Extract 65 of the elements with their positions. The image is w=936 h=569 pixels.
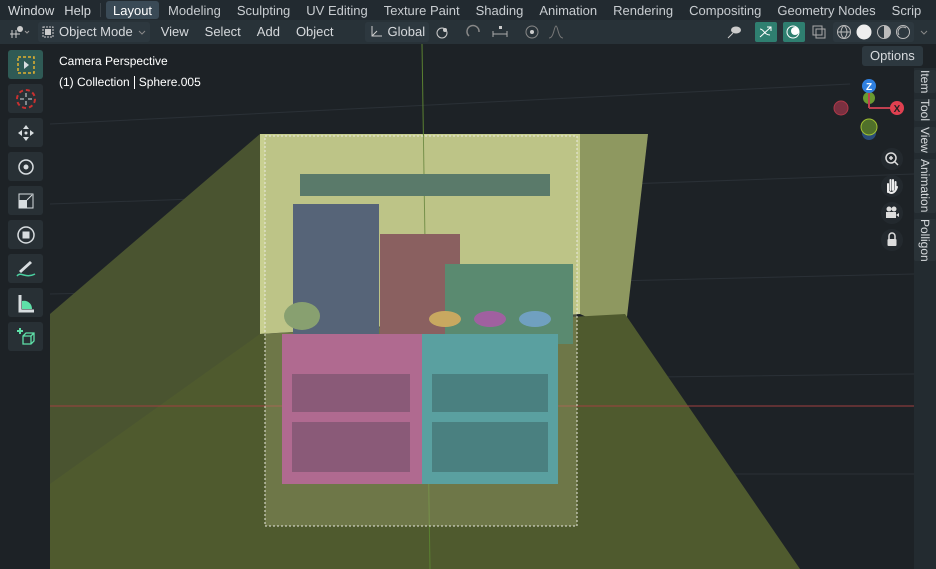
zoom-icon[interactable] xyxy=(880,148,904,170)
tool-button[interactable] xyxy=(8,288,43,317)
lock-icon[interactable] xyxy=(880,229,904,251)
sidebar-tab[interactable]: Polligon xyxy=(914,218,936,262)
scale-icon xyxy=(16,190,36,210)
workspace-tab[interactable]: Scrip xyxy=(884,1,928,19)
menu-item[interactable]: Help xyxy=(60,1,95,19)
transform-icon xyxy=(16,224,36,244)
mode-label: Object Mode xyxy=(59,23,133,42)
overlay-toggle-icon[interactable] xyxy=(783,22,805,42)
falloff-curve-icon[interactable] xyxy=(547,24,566,40)
header-menu[interactable]: Add xyxy=(252,22,285,42)
solid-shading-icon[interactable] xyxy=(855,23,873,41)
camera-icon[interactable] xyxy=(880,202,904,224)
pencil-icon xyxy=(14,258,36,278)
workspace-tab[interactable]: Shading xyxy=(468,1,530,19)
tool-button[interactable] xyxy=(8,322,43,351)
orientation-label: Global xyxy=(388,23,426,42)
options-dropdown[interactable]: Options xyxy=(862,46,923,66)
workspace-tab[interactable]: Geometry Nodes xyxy=(770,1,883,19)
object-name-label: Sphere.005 xyxy=(138,74,201,91)
material-shading-icon[interactable] xyxy=(876,24,892,40)
workspace-tab[interactable]: Animation xyxy=(532,1,604,19)
proportional-edit-icon[interactable] xyxy=(523,24,542,40)
workspace-tab[interactable]: Compositing xyxy=(682,1,768,19)
rotate-icon xyxy=(16,156,36,176)
header-menu[interactable]: Object xyxy=(290,22,339,42)
sidebar-tab[interactable]: Animation xyxy=(914,159,936,213)
add-cube-icon xyxy=(14,326,36,348)
header-menu[interactable]: View xyxy=(156,22,194,42)
workspace-tab[interactable]: Modeling xyxy=(161,1,228,19)
tool-button[interactable] xyxy=(8,152,43,181)
view-name-label: Camera Perspective xyxy=(59,53,169,70)
select-box-icon xyxy=(16,54,36,74)
cursor-icon xyxy=(14,88,36,110)
hand-icon[interactable] xyxy=(880,175,904,197)
collection-label: (1) Collection xyxy=(59,74,130,91)
orientation-dropdown[interactable]: Global xyxy=(364,22,430,42)
menu-item[interactable]: Window xyxy=(4,1,58,19)
tool-button[interactable] xyxy=(8,220,43,249)
workspace-tab[interactable]: Rendering xyxy=(606,1,680,19)
sidebar-tab[interactable]: Tool xyxy=(914,99,936,122)
chevron-icon[interactable] xyxy=(920,30,928,34)
object-mode-icon xyxy=(42,26,54,38)
move-arrows-icon xyxy=(16,122,36,142)
sidebar-tab[interactable]: View xyxy=(914,127,936,154)
xray-toggle-icon[interactable] xyxy=(811,24,827,40)
wireframe-shading-icon[interactable] xyxy=(836,24,852,40)
editor-type-icon[interactable] xyxy=(8,24,32,40)
axes-icon xyxy=(368,25,383,39)
workspace-tab[interactable]: Texture Paint xyxy=(376,1,467,19)
header-menu[interactable]: Select xyxy=(200,22,246,42)
rendered-shading-icon[interactable] xyxy=(895,24,911,40)
mode-dropdown[interactable]: Object Mode xyxy=(38,22,150,42)
ruler-icon xyxy=(16,292,36,312)
tool-button[interactable] xyxy=(8,118,43,147)
chevron-icon xyxy=(138,30,146,34)
workspace-tab[interactable]: UV Editing xyxy=(299,1,375,19)
tool-button[interactable] xyxy=(8,254,43,283)
sidebar-tab[interactable]: Item xyxy=(914,70,936,94)
tool-button[interactable] xyxy=(8,186,43,215)
gizmo-toggle-icon[interactable] xyxy=(755,22,777,42)
axis-gizmo[interactable]: Z X xyxy=(831,78,907,152)
workspace-tab[interactable]: Layout xyxy=(106,1,160,19)
workspace-tab[interactable]: Sculpting xyxy=(230,1,298,19)
